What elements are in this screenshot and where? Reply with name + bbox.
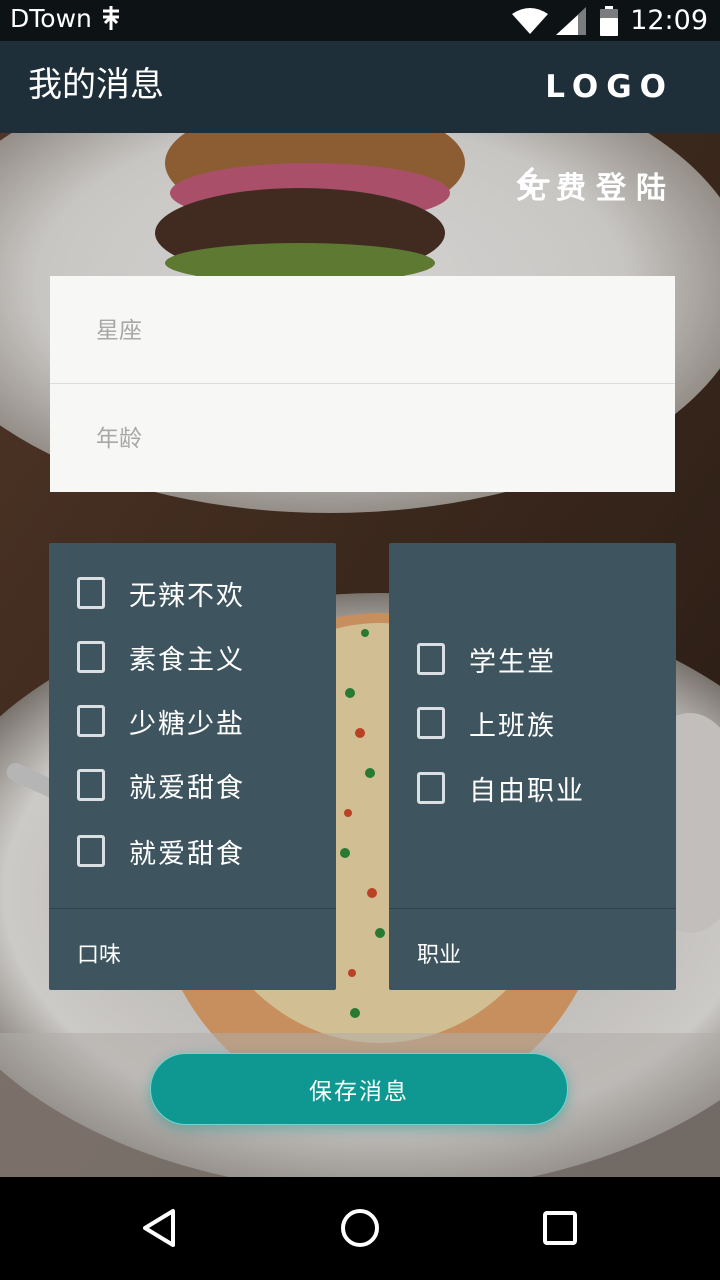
free-login-link[interactable]: 免费登陆 — [516, 163, 676, 207]
checkbox[interactable] — [77, 835, 105, 867]
job-panel-footer: 职业 — [389, 908, 676, 990]
constellation-field-row — [50, 276, 675, 384]
taste-option-label: 无辣不欢 — [129, 580, 245, 612]
age-input[interactable] — [94, 420, 638, 458]
job-option-0[interactable]: 学生堂 — [417, 639, 556, 679]
status-bar: DTown 12:09 — [0, 0, 720, 41]
back-triangle-icon[interactable] — [135, 1203, 185, 1253]
screen: DTown 12:09 我的消息 LOGO 免费登陆 星座 年龄 无辣不欢 素食… — [0, 0, 720, 1280]
food-background: 免费登陆 无辣不欢 素食主义 少糖少盐 — [0, 133, 720, 1177]
status-time: 12:09 — [630, 5, 708, 36]
sim-icon — [100, 5, 122, 37]
wifi-icon — [512, 7, 549, 34]
battery-icon — [600, 5, 619, 36]
signal-icon — [556, 6, 587, 35]
nav-bar — [0, 1177, 720, 1280]
logo: LOGO — [545, 69, 674, 105]
taste-option-3[interactable]: 就爱甜食 — [77, 765, 245, 805]
checkbox[interactable] — [417, 772, 445, 804]
job-option-label: 自由职业 — [469, 775, 585, 807]
taste-option-4[interactable]: 就爱甜食 — [77, 831, 245, 871]
taste-option-label: 就爱甜食 — [129, 772, 245, 804]
age-field-row — [50, 384, 675, 491]
taste-option-label: 素食主义 — [129, 644, 245, 676]
arrow-left-icon — [518, 167, 550, 195]
profile-form — [50, 276, 675, 492]
app-bar: 我的消息 LOGO — [0, 41, 720, 133]
checkbox[interactable] — [77, 641, 105, 673]
checkbox[interactable] — [417, 643, 445, 675]
checkbox[interactable] — [417, 707, 445, 739]
checkbox[interactable] — [77, 705, 105, 737]
checkbox[interactable] — [77, 769, 105, 801]
taste-panel: 无辣不欢 素食主义 少糖少盐 就爱甜食 就爱甜食 口味 — [49, 543, 336, 990]
recent-square-icon[interactable] — [535, 1203, 585, 1253]
job-option-2[interactable]: 自由职业 — [417, 768, 585, 808]
taste-option-2[interactable]: 少糖少盐 — [77, 701, 245, 741]
status-icons: 12:09 — [512, 0, 708, 41]
save-button[interactable]: 保存消息 — [150, 1053, 568, 1125]
taste-option-label: 就爱甜食 — [129, 838, 245, 870]
job-panel-title: 职业 — [417, 943, 462, 968]
job-option-label: 上班族 — [469, 710, 556, 742]
job-panel: 学生堂 上班族 自由职业 职业 — [389, 543, 676, 990]
taste-option-1[interactable]: 素食主义 — [77, 637, 245, 677]
job-option-label: 学生堂 — [469, 646, 556, 678]
home-circle-icon[interactable] — [335, 1203, 385, 1253]
job-option-1[interactable]: 上班族 — [417, 703, 556, 743]
page-title: 我的消息 — [28, 65, 164, 105]
constellation-input[interactable] — [94, 312, 638, 350]
taste-option-0[interactable]: 无辣不欢 — [77, 573, 245, 613]
checkbox[interactable] — [77, 577, 105, 609]
taste-panel-footer: 口味 — [49, 908, 336, 990]
taste-option-label: 少糖少盐 — [129, 708, 245, 740]
status-carrier: DTown — [10, 4, 92, 33]
taste-panel-title: 口味 — [77, 943, 122, 968]
